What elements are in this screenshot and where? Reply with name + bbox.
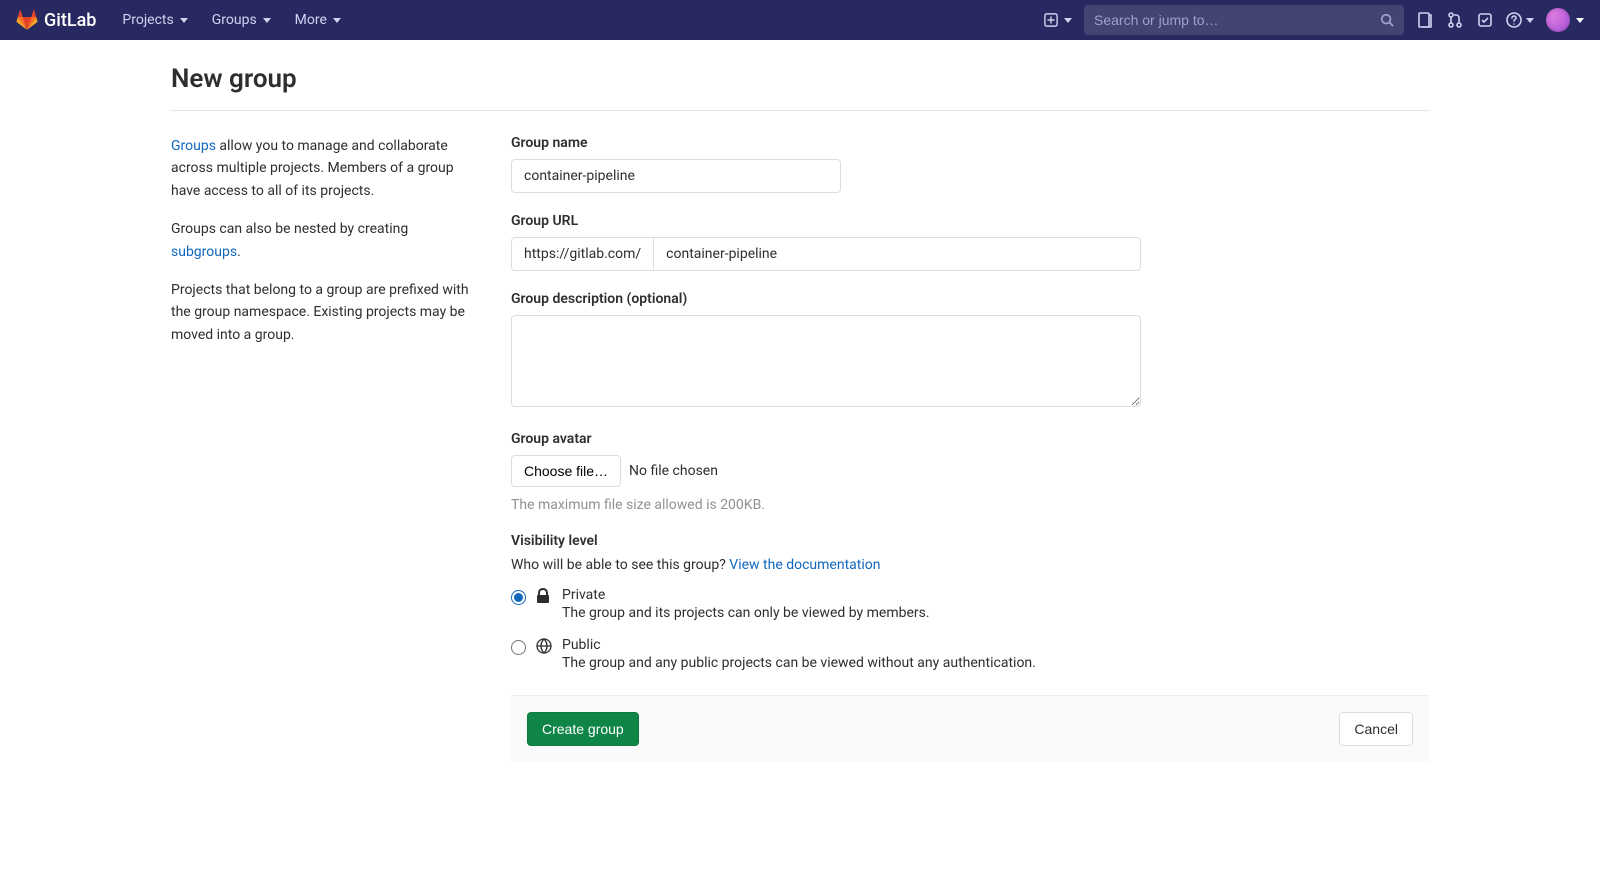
- group-url-label: Group URL: [511, 213, 1141, 229]
- plus-icon: [1044, 13, 1058, 27]
- info-sidebar: Groups allow you to manage and collabora…: [171, 135, 471, 762]
- group-url-input[interactable]: [653, 237, 1141, 271]
- visibility-field: Visibility level Who will be able to see…: [511, 533, 1141, 671]
- group-desc-input[interactable]: [511, 315, 1141, 407]
- avatar-help-text: The maximum file size allowed is 200KB.: [511, 497, 1141, 513]
- group-avatar-label: Group avatar: [511, 431, 1141, 447]
- visibility-private-option[interactable]: Private The group and its projects can o…: [511, 587, 1141, 621]
- visibility-question-text: Who will be able to see this group?: [511, 557, 729, 573]
- file-picker-row: Choose file… No file chosen: [511, 455, 1141, 487]
- chevron-down-icon: [1064, 18, 1072, 23]
- create-group-button[interactable]: Create group: [527, 712, 639, 746]
- group-avatar-field: Group avatar Choose file… No file chosen…: [511, 431, 1141, 513]
- globe-icon: [536, 638, 552, 654]
- group-name-label: Group name: [511, 135, 1141, 151]
- cancel-button[interactable]: Cancel: [1339, 712, 1413, 746]
- nav-projects[interactable]: Projects: [112, 4, 197, 36]
- nav-groups-label: Groups: [212, 12, 257, 28]
- private-desc: The group and its projects can only be v…: [562, 605, 930, 621]
- chevron-down-icon: [333, 18, 341, 23]
- public-content: Public The group and any public projects…: [536, 637, 1036, 671]
- navbar-left: GitLab Projects Groups More: [16, 4, 351, 36]
- navbar-right: [1044, 5, 1584, 35]
- info-p2-prefix: Groups can also be nested by creating: [171, 221, 408, 237]
- avatar: [1546, 8, 1570, 32]
- todos-icon[interactable]: [1476, 11, 1494, 29]
- info-p2-suffix: .: [237, 244, 241, 260]
- search-box[interactable]: [1084, 5, 1404, 35]
- group-desc-field: Group description (optional): [511, 291, 1141, 411]
- group-name-field: Group name: [511, 135, 1141, 193]
- nav-groups[interactable]: Groups: [202, 4, 281, 36]
- chevron-down-icon: [180, 18, 188, 23]
- chevron-down-icon: [1526, 18, 1534, 23]
- search-icon: [1380, 13, 1394, 27]
- group-desc-label: Group description (optional): [511, 291, 1141, 307]
- group-url-field: Group URL https://gitlab.com/: [511, 213, 1141, 271]
- public-desc: The group and any public projects can be…: [562, 655, 1036, 671]
- nav-more-label: More: [295, 12, 327, 28]
- group-url-input-group: https://gitlab.com/: [511, 237, 1141, 271]
- file-status: No file chosen: [629, 463, 718, 479]
- nav-projects-label: Projects: [122, 12, 173, 28]
- info-paragraph-1: Groups allow you to manage and collabora…: [171, 135, 471, 202]
- help-icon: [1506, 12, 1522, 28]
- nav-more[interactable]: More: [285, 4, 351, 36]
- visibility-public-radio[interactable]: [511, 640, 526, 655]
- group-url-prefix: https://gitlab.com/: [511, 237, 653, 271]
- info-paragraph-2: Groups can also be nested by creating su…: [171, 218, 471, 263]
- chevron-down-icon: [263, 18, 271, 23]
- subgroups-link[interactable]: subgroups: [171, 244, 237, 260]
- top-navbar: GitLab Projects Groups More: [0, 0, 1600, 40]
- form-area: Group name Group URL https://gitlab.com/…: [511, 135, 1429, 762]
- search-input[interactable]: [1094, 12, 1380, 28]
- private-content: Private The group and its projects can o…: [536, 587, 930, 621]
- form-actions: Create group Cancel: [511, 695, 1429, 762]
- visibility-label: Visibility level: [511, 533, 1141, 549]
- visibility-private-radio[interactable]: [511, 590, 526, 605]
- choose-file-button[interactable]: Choose file…: [511, 455, 621, 487]
- main-container: New group Groups allow you to manage and…: [155, 40, 1445, 786]
- gitlab-logo-icon: [16, 9, 38, 31]
- content-columns: Groups allow you to manage and collabora…: [171, 135, 1429, 762]
- merge-requests-icon[interactable]: [1446, 11, 1464, 29]
- chevron-down-icon: [1576, 18, 1584, 23]
- issues-icon[interactable]: [1416, 11, 1434, 29]
- brand[interactable]: GitLab: [16, 9, 96, 31]
- public-title: Public: [562, 637, 1036, 653]
- new-dropdown[interactable]: [1044, 13, 1072, 27]
- page-title: New group: [171, 64, 1429, 111]
- visibility-question: Who will be able to see this group? View…: [511, 557, 1141, 573]
- private-title: Private: [562, 587, 930, 603]
- visibility-public-option[interactable]: Public The group and any public projects…: [511, 637, 1141, 671]
- visibility-doc-link[interactable]: View the documentation: [729, 557, 880, 573]
- groups-link[interactable]: Groups: [171, 138, 216, 154]
- user-menu[interactable]: [1546, 8, 1584, 32]
- brand-name: GitLab: [44, 10, 96, 31]
- lock-icon: [536, 588, 552, 604]
- help-dropdown[interactable]: [1506, 12, 1534, 28]
- info-paragraph-3: Projects that belong to a group are pref…: [171, 279, 471, 346]
- group-name-input[interactable]: [511, 159, 841, 193]
